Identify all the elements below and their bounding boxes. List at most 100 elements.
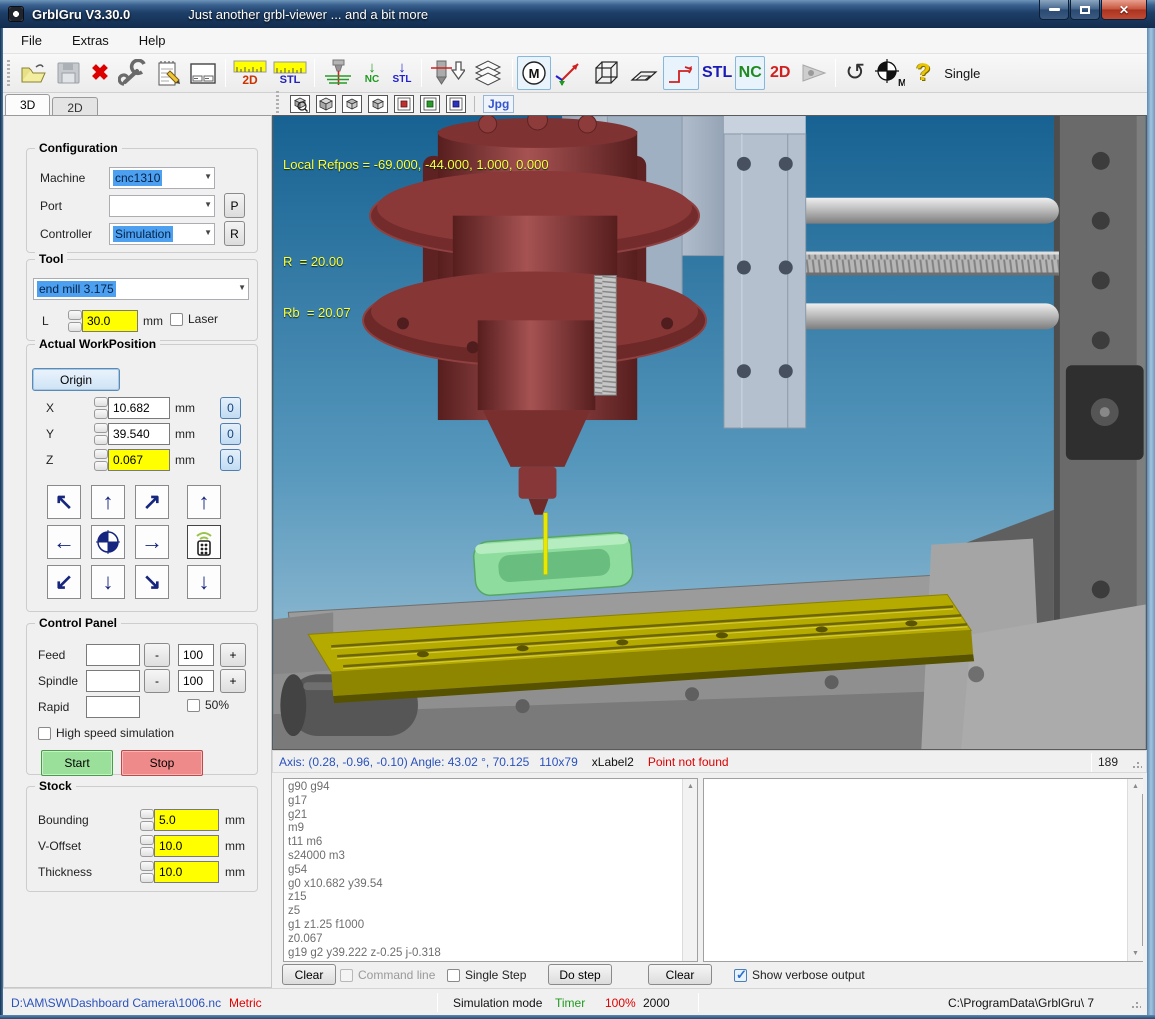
view-front-button[interactable]: [368, 95, 388, 113]
scroll-up-icon[interactable]: ▲: [683, 779, 697, 794]
rapid-input[interactable]: [86, 696, 140, 718]
camera-view-button[interactable]: [795, 56, 831, 90]
spinner-up[interactable]: [140, 861, 154, 871]
rotate-view-button[interactable]: ↺: [840, 56, 870, 90]
jog-right-button[interactable]: →: [135, 525, 169, 559]
delete-button[interactable]: ✖: [85, 56, 115, 90]
menu-file[interactable]: File: [9, 29, 54, 52]
tab-2d[interactable]: 2D: [52, 97, 98, 115]
spinner-up[interactable]: [94, 423, 108, 433]
help-button[interactable]: ?: [908, 56, 938, 90]
x-zero-button[interactable]: 0: [220, 397, 241, 419]
show-nc-button[interactable]: NC: [735, 56, 766, 90]
checkbox-box[interactable]: [187, 698, 200, 712]
fifty-percent-checkbox[interactable]: 50%: [187, 698, 229, 712]
jog-down-right-button[interactable]: ↘: [135, 565, 169, 599]
voffset-input[interactable]: 10.0: [154, 835, 219, 857]
mill-simulation-button[interactable]: [319, 56, 357, 90]
gcode-listing-box[interactable]: g90 g94 g17 g21 m9 t11 m6 s24000 m3 g54 …: [283, 778, 698, 962]
y-zero-button[interactable]: 0: [220, 423, 241, 445]
y-spinner[interactable]: [94, 423, 108, 445]
thickness-input[interactable]: 10.0: [154, 861, 219, 883]
axes-button[interactable]: [551, 56, 587, 90]
machine-select[interactable]: cnc1310 ▼: [109, 167, 215, 189]
spindle-plus-button[interactable]: +: [220, 669, 246, 693]
load-stl-button[interactable]: ↓ STL: [387, 56, 417, 90]
feed-percent-input[interactable]: 100: [178, 644, 214, 666]
feed-plus-button[interactable]: +: [220, 643, 246, 667]
viewport-toolbar-grip[interactable]: [276, 91, 279, 117]
spinner-up[interactable]: [94, 397, 108, 407]
spinner-down[interactable]: [94, 435, 108, 445]
high-speed-checkbox[interactable]: High speed simulation: [38, 726, 174, 740]
machine-view-button[interactable]: M: [517, 56, 551, 90]
view-iso-button[interactable]: [316, 95, 336, 113]
show-2d-button[interactable]: 2D: [765, 56, 795, 90]
plane-view-button[interactable]: [625, 56, 663, 90]
jog-down-left-button[interactable]: ↙: [47, 565, 81, 599]
origin-button[interactable]: Origin: [32, 368, 120, 391]
open-file-button[interactable]: [15, 56, 51, 90]
resize-grip-icon[interactable]: [1131, 999, 1141, 1009]
viewport-3d[interactable]: Local Refpos = -69.000, -44.000, 1.000, …: [272, 109, 1147, 750]
cube-view-button[interactable]: [587, 56, 625, 90]
spinner-down[interactable]: [94, 409, 108, 419]
tool-length-spinner[interactable]: [68, 310, 82, 332]
jog-z-down-button[interactable]: ↓: [187, 565, 221, 599]
menu-help[interactable]: Help: [127, 29, 178, 52]
drill-depth-button[interactable]: [426, 56, 468, 90]
spinner-up[interactable]: [68, 310, 82, 320]
command-line-checkbox[interactable]: Command line: [340, 968, 435, 982]
output-scrollbar[interactable]: ▲ ▼: [1127, 779, 1143, 961]
x-position-input[interactable]: 10.682: [108, 397, 170, 419]
controller-r-button[interactable]: R: [224, 221, 245, 246]
tool-select[interactable]: end mill 3.175 ▼: [33, 278, 249, 300]
feed-input[interactable]: [86, 644, 140, 666]
spinner-up[interactable]: [140, 809, 154, 819]
single-step-checkbox[interactable]: Single Step: [447, 968, 526, 982]
view-x-button[interactable]: [394, 95, 414, 113]
clear-output-button[interactable]: Clear: [648, 964, 712, 985]
menu-extras[interactable]: Extras: [60, 29, 121, 52]
feed-minus-button[interactable]: -: [144, 643, 170, 667]
checkbox-box[interactable]: [170, 312, 183, 326]
tab-3d[interactable]: 3D: [5, 94, 51, 115]
jog-up-left-button[interactable]: ↖: [47, 485, 81, 519]
edit-notes-button[interactable]: [151, 56, 185, 90]
checkbox-box[interactable]: ✓: [734, 967, 747, 982]
spinner-down[interactable]: [140, 873, 154, 883]
toolbar-grip[interactable]: [7, 60, 10, 86]
close-button[interactable]: ✕: [1101, 0, 1147, 20]
do-step-button[interactable]: Do step: [548, 964, 612, 985]
checkbox-box[interactable]: [447, 968, 460, 982]
title-bar[interactable]: GrblGru V3.30.0 Just another grbl-viewer…: [0, 0, 1155, 28]
save-button[interactable]: [51, 56, 85, 90]
layout-window-button[interactable]: [185, 56, 221, 90]
spindle-minus-button[interactable]: -: [144, 669, 170, 693]
resize-grip-icon[interactable]: [1132, 759, 1142, 769]
layers-button[interactable]: [468, 56, 508, 90]
settings-button[interactable]: [115, 56, 151, 90]
checkbox-box[interactable]: [38, 726, 51, 740]
jog-z-up-button[interactable]: ↑: [187, 485, 221, 519]
scroll-up-icon[interactable]: ▲: [1128, 779, 1143, 794]
minimize-button[interactable]: [1039, 0, 1069, 20]
restore-button[interactable]: [1070, 0, 1100, 20]
measure-2d-button[interactable]: 2D: [230, 56, 270, 90]
scroll-down-icon[interactable]: ▼: [1128, 946, 1143, 961]
controller-select[interactable]: Simulation ▼: [109, 223, 215, 245]
stop-button[interactable]: Stop: [121, 750, 203, 776]
bounding-input[interactable]: 5.0: [154, 809, 219, 831]
spinner-down[interactable]: [68, 322, 82, 332]
gcode-scrollbar[interactable]: ▲: [682, 779, 697, 961]
z-zero-button[interactable]: 0: [220, 449, 241, 471]
thickness-spinner[interactable]: [140, 861, 154, 883]
y-position-input[interactable]: 39.540: [108, 423, 170, 445]
spinner-down[interactable]: [140, 821, 154, 831]
spinner-down[interactable]: [140, 847, 154, 857]
z-position-input[interactable]: 0.067: [108, 449, 170, 471]
view-y-button[interactable]: [420, 95, 440, 113]
jog-home-button[interactable]: [91, 525, 125, 559]
jog-up-button[interactable]: ↑: [91, 485, 125, 519]
spinner-up[interactable]: [94, 449, 108, 459]
